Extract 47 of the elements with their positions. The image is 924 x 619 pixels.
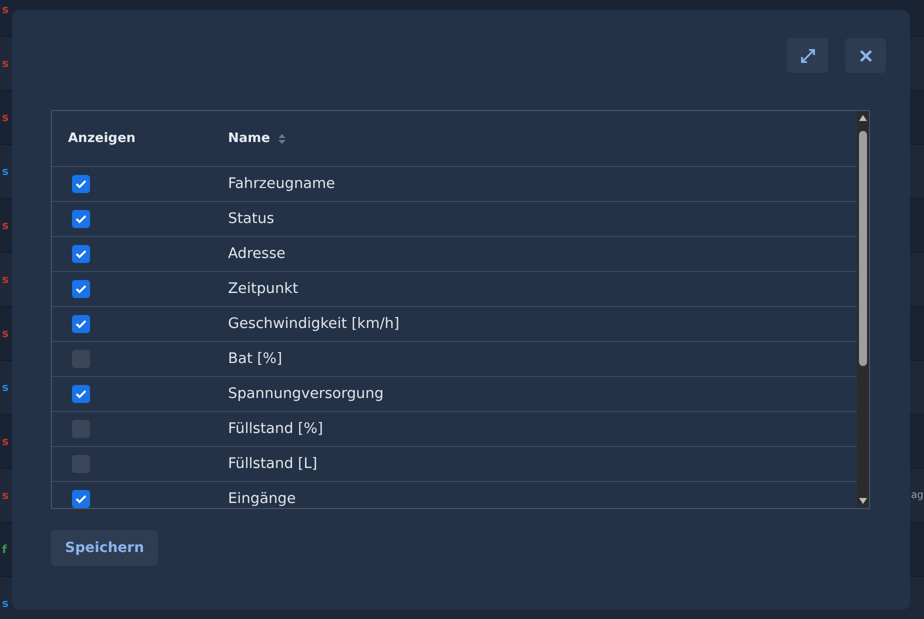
status-text: s — [1, 219, 9, 232]
scrollbar[interactable] — [857, 111, 869, 508]
status-text: s — [1, 165, 9, 178]
checkbox[interactable] — [72, 280, 90, 298]
column-name: Füllstand [%] — [227, 421, 324, 437]
status-text: f — [1, 543, 7, 556]
status-text: s — [1, 597, 9, 610]
column-name: Spannungversorgung — [227, 386, 384, 402]
column-name: Bat [%] — [227, 351, 282, 367]
column-name: Status — [227, 211, 274, 227]
status-text: s — [1, 327, 9, 340]
status-text: s — [1, 435, 9, 448]
check-icon — [75, 284, 87, 294]
checkbox[interactable] — [72, 210, 90, 228]
column-header: Anzeigen — [67, 131, 136, 146]
check-icon — [75, 319, 87, 329]
check-icon — [75, 249, 87, 259]
close-icon — [858, 48, 872, 62]
column-name: Adresse — [227, 246, 286, 262]
checkbox[interactable] — [72, 490, 90, 508]
status-text: s — [1, 489, 9, 502]
checkbox[interactable] — [72, 245, 90, 263]
column-name: Zeitpunkt — [227, 281, 298, 297]
check-icon — [75, 179, 87, 189]
status-text: s — [1, 381, 9, 394]
cell-text: ag — [911, 490, 924, 501]
status-text: s — [1, 273, 9, 286]
column-header[interactable]: Name — [212, 131, 286, 146]
status-text: s — [1, 111, 9, 124]
status-text: s — [1, 57, 9, 70]
checkbox[interactable] — [72, 175, 90, 193]
close-button[interactable] — [845, 38, 886, 73]
check-icon — [75, 494, 87, 504]
status-text: s — [1, 3, 9, 16]
scroll-up-icon[interactable] — [859, 115, 867, 121]
column-name: Fahrzeugname — [227, 176, 336, 192]
save-button[interactable]: Speichern — [51, 530, 158, 566]
checkbox[interactable] — [72, 315, 90, 333]
check-icon — [75, 389, 87, 399]
checkbox[interactable] — [72, 385, 90, 403]
expand-icon — [800, 48, 816, 64]
check-icon — [75, 214, 87, 224]
scroll-down-icon[interactable] — [859, 498, 867, 504]
column-name: Geschwindigkeit [km/h] — [227, 316, 400, 332]
column-name: Füllstand [L] — [227, 456, 318, 472]
expand-button[interactable] — [787, 38, 828, 73]
column-name: Eingänge — [227, 491, 296, 507]
